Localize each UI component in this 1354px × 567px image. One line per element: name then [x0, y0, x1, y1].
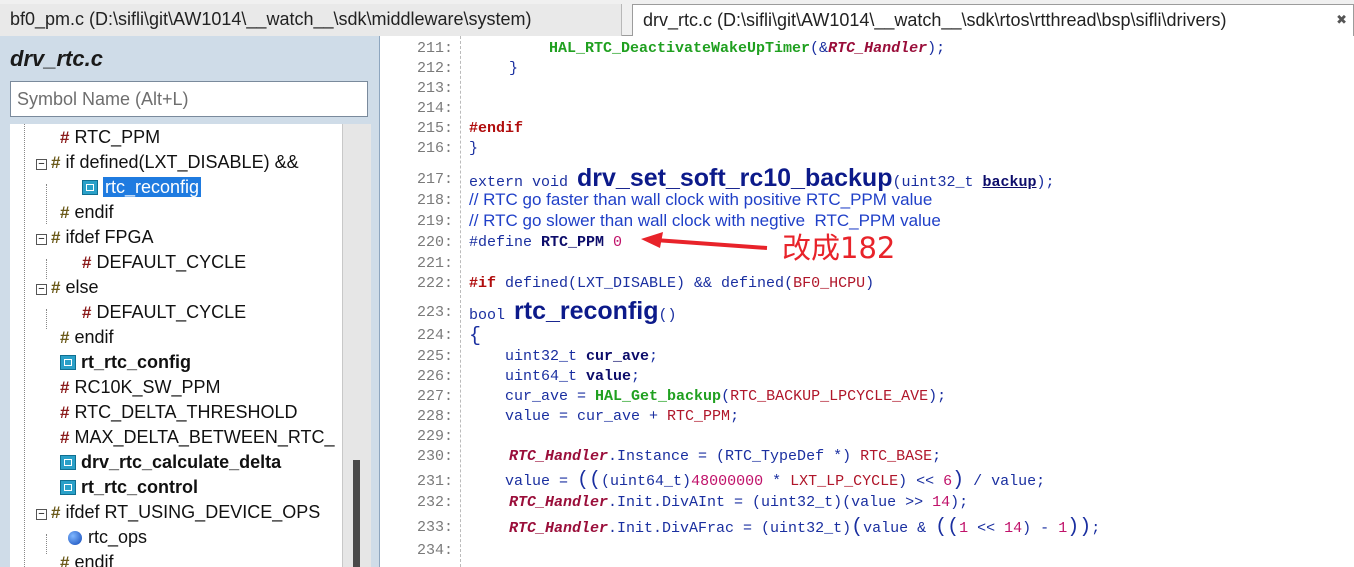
define-icon: #: [60, 403, 70, 422]
symbol-item[interactable]: rtc_ops: [10, 525, 342, 550]
line-number: 220:: [416, 234, 453, 251]
code-line-225: uint32_t cur_ave;: [469, 348, 659, 365]
tab-label: drv_rtc.c (D:\sifli\git\AW1014\__watch__…: [643, 10, 1227, 30]
code-line-230: RTC_Handler.Instance = (RTC_TypeDef *) R…: [509, 448, 942, 465]
variable-icon: [68, 531, 82, 545]
symbol-item[interactable]: − # ifdef RT_USING_DEVICE_OPS: [10, 500, 342, 525]
code-line-216: }: [469, 140, 479, 157]
preprocessor-icon: #: [60, 553, 70, 567]
code-line-232: RTC_Handler.Init.DivAInt = (uint32_t)(va…: [509, 494, 969, 511]
symbol-item[interactable]: # RTC_PPM: [10, 125, 342, 150]
code-line-218: // RTC go faster than wall clock with po…: [469, 190, 933, 209]
collapse-icon[interactable]: −: [36, 284, 47, 295]
preprocessor-icon: #: [51, 503, 61, 522]
symbol-item[interactable]: rt_rtc_control: [10, 475, 342, 500]
define-icon: #: [82, 253, 92, 272]
line-number: 217:: [416, 171, 453, 188]
code-line-223: bool rtc_reconfig(): [469, 297, 677, 325]
annotation-text: 改成182: [782, 231, 896, 265]
symbol-scrollbar[interactable]: [342, 124, 371, 567]
line-number: 211:: [416, 40, 453, 57]
code-line-212: }: [509, 60, 519, 77]
preprocessor-icon: #: [51, 278, 61, 297]
annotation-arrow: [641, 232, 768, 250]
symbol-tree[interactable]: # RTC_PPM − # if defined(LXT_DISABLE) && rt…: [10, 124, 342, 567]
symbol-panel: drv_rtc.c #RTC_PPM −#if defined(LXT_DISA…: [0, 36, 380, 567]
function-icon: [60, 480, 76, 495]
line-number: 224:: [416, 327, 453, 344]
line-number: 231:: [416, 473, 453, 490]
define-icon: #: [60, 428, 70, 447]
symbol-item[interactable]: − # if defined(LXT_DISABLE) &&: [10, 150, 342, 175]
symbol-item[interactable]: # endif: [10, 200, 342, 225]
line-number: 212:: [416, 60, 453, 77]
line-number: 219:: [416, 213, 453, 230]
code-line-217: extern void drv_set_soft_rc10_backup(uin…: [469, 164, 1055, 192]
line-number: 223:: [416, 304, 453, 321]
line-number: 229:: [416, 428, 453, 445]
line-number: 218:: [416, 192, 453, 209]
define-icon: #: [82, 303, 92, 322]
symbol-item[interactable]: − # else: [10, 275, 342, 300]
line-number: 215:: [416, 120, 453, 137]
line-number: 225:: [416, 348, 453, 365]
symbol-search-input[interactable]: [10, 81, 368, 117]
line-number: 228:: [416, 408, 453, 425]
symbol-item[interactable]: # RC10K_SW_PPM: [10, 375, 342, 400]
define-icon: #: [60, 128, 70, 147]
code-line-226: uint64_t value;: [469, 368, 641, 385]
symbol-item[interactable]: # DEFAULT_CYCLE: [10, 250, 342, 275]
line-number: 226:: [416, 368, 453, 385]
collapse-icon[interactable]: −: [36, 509, 47, 520]
line-number: 233:: [416, 519, 453, 536]
line-number: 222:: [416, 275, 453, 292]
collapse-icon[interactable]: −: [36, 159, 47, 170]
code-line-224: {: [469, 325, 482, 348]
scrollbar-thumb[interactable]: [353, 460, 360, 567]
symbol-item-selected[interactable]: rtc_reconfig: [10, 175, 342, 200]
collapse-icon[interactable]: −: [36, 234, 47, 245]
code-line-211: HAL_RTC_DeactivateWakeUpTimer(&RTC_Handl…: [549, 40, 946, 57]
function-icon: [82, 180, 98, 195]
editor-tab-bar: bf0_pm.c (D:\sifli\git\AW1014\__watch__\…: [0, 0, 1354, 36]
line-number: 221:: [416, 255, 453, 272]
line-number: 232:: [416, 494, 453, 511]
preprocessor-icon: #: [51, 153, 61, 172]
symbol-item[interactable]: # endif: [10, 325, 342, 350]
preprocessor-icon: #: [51, 228, 61, 247]
tab-drv-rtc-c[interactable]: drv_rtc.c (D:\sifli\git\AW1014\__watch__…: [632, 4, 1354, 36]
symbol-item[interactable]: # MAX_DELTA_BETWEEN_RTC_: [10, 425, 342, 450]
line-number: 213:: [416, 80, 453, 97]
function-icon: [60, 355, 76, 370]
line-number: 230:: [416, 448, 453, 465]
symbol-item[interactable]: # endif: [10, 550, 342, 567]
function-icon: [60, 455, 76, 470]
define-icon: #: [60, 378, 70, 397]
preprocessor-icon: #: [60, 203, 70, 222]
line-number: 227:: [416, 388, 453, 405]
code-line-231: value = (((uint64_t)48000000 * LXT_LP_CY…: [469, 469, 1046, 492]
line-number: 234:: [416, 542, 453, 559]
symbol-item[interactable]: rt_rtc_config: [10, 350, 342, 375]
line-number: 216:: [416, 140, 453, 157]
close-icon[interactable]: ✖: [1336, 5, 1347, 35]
code-line-233: RTC_Handler.Init.DivAFrac = (uint32_t)(v…: [509, 516, 1101, 539]
file-title: drv_rtc.c: [10, 46, 103, 71]
tab-bf0-pm-c[interactable]: bf0_pm.c (D:\sifli\git\AW1014\__watch__\…: [0, 4, 622, 36]
code-line-215: #endif: [469, 120, 524, 137]
symbol-item[interactable]: # RTC_DELTA_THRESHOLD: [10, 400, 342, 425]
code-line-220: #define RTC_PPM 0: [469, 234, 623, 251]
line-number: 214:: [416, 100, 453, 117]
code-line-222: #if defined(LXT_DISABLE) && defined(BF0_…: [469, 275, 875, 292]
code-line-228: value = cur_ave + RTC_PPM;: [469, 408, 740, 425]
symbol-item[interactable]: drv_rtc_calculate_delta: [10, 450, 342, 475]
preprocessor-icon: #: [60, 328, 70, 347]
symbol-item[interactable]: − # ifdef FPGA: [10, 225, 342, 250]
symbol-item[interactable]: # DEFAULT_CYCLE: [10, 300, 342, 325]
code-editor[interactable]: 211: 212: 213: 214: 215: 216: 217: 218: …: [395, 36, 1354, 567]
tab-label: bf0_pm.c (D:\sifli\git\AW1014\__watch__\…: [10, 9, 532, 29]
code-line-227: cur_ave = HAL_Get_backup(RTC_BACKUP_LPCY…: [469, 388, 947, 405]
